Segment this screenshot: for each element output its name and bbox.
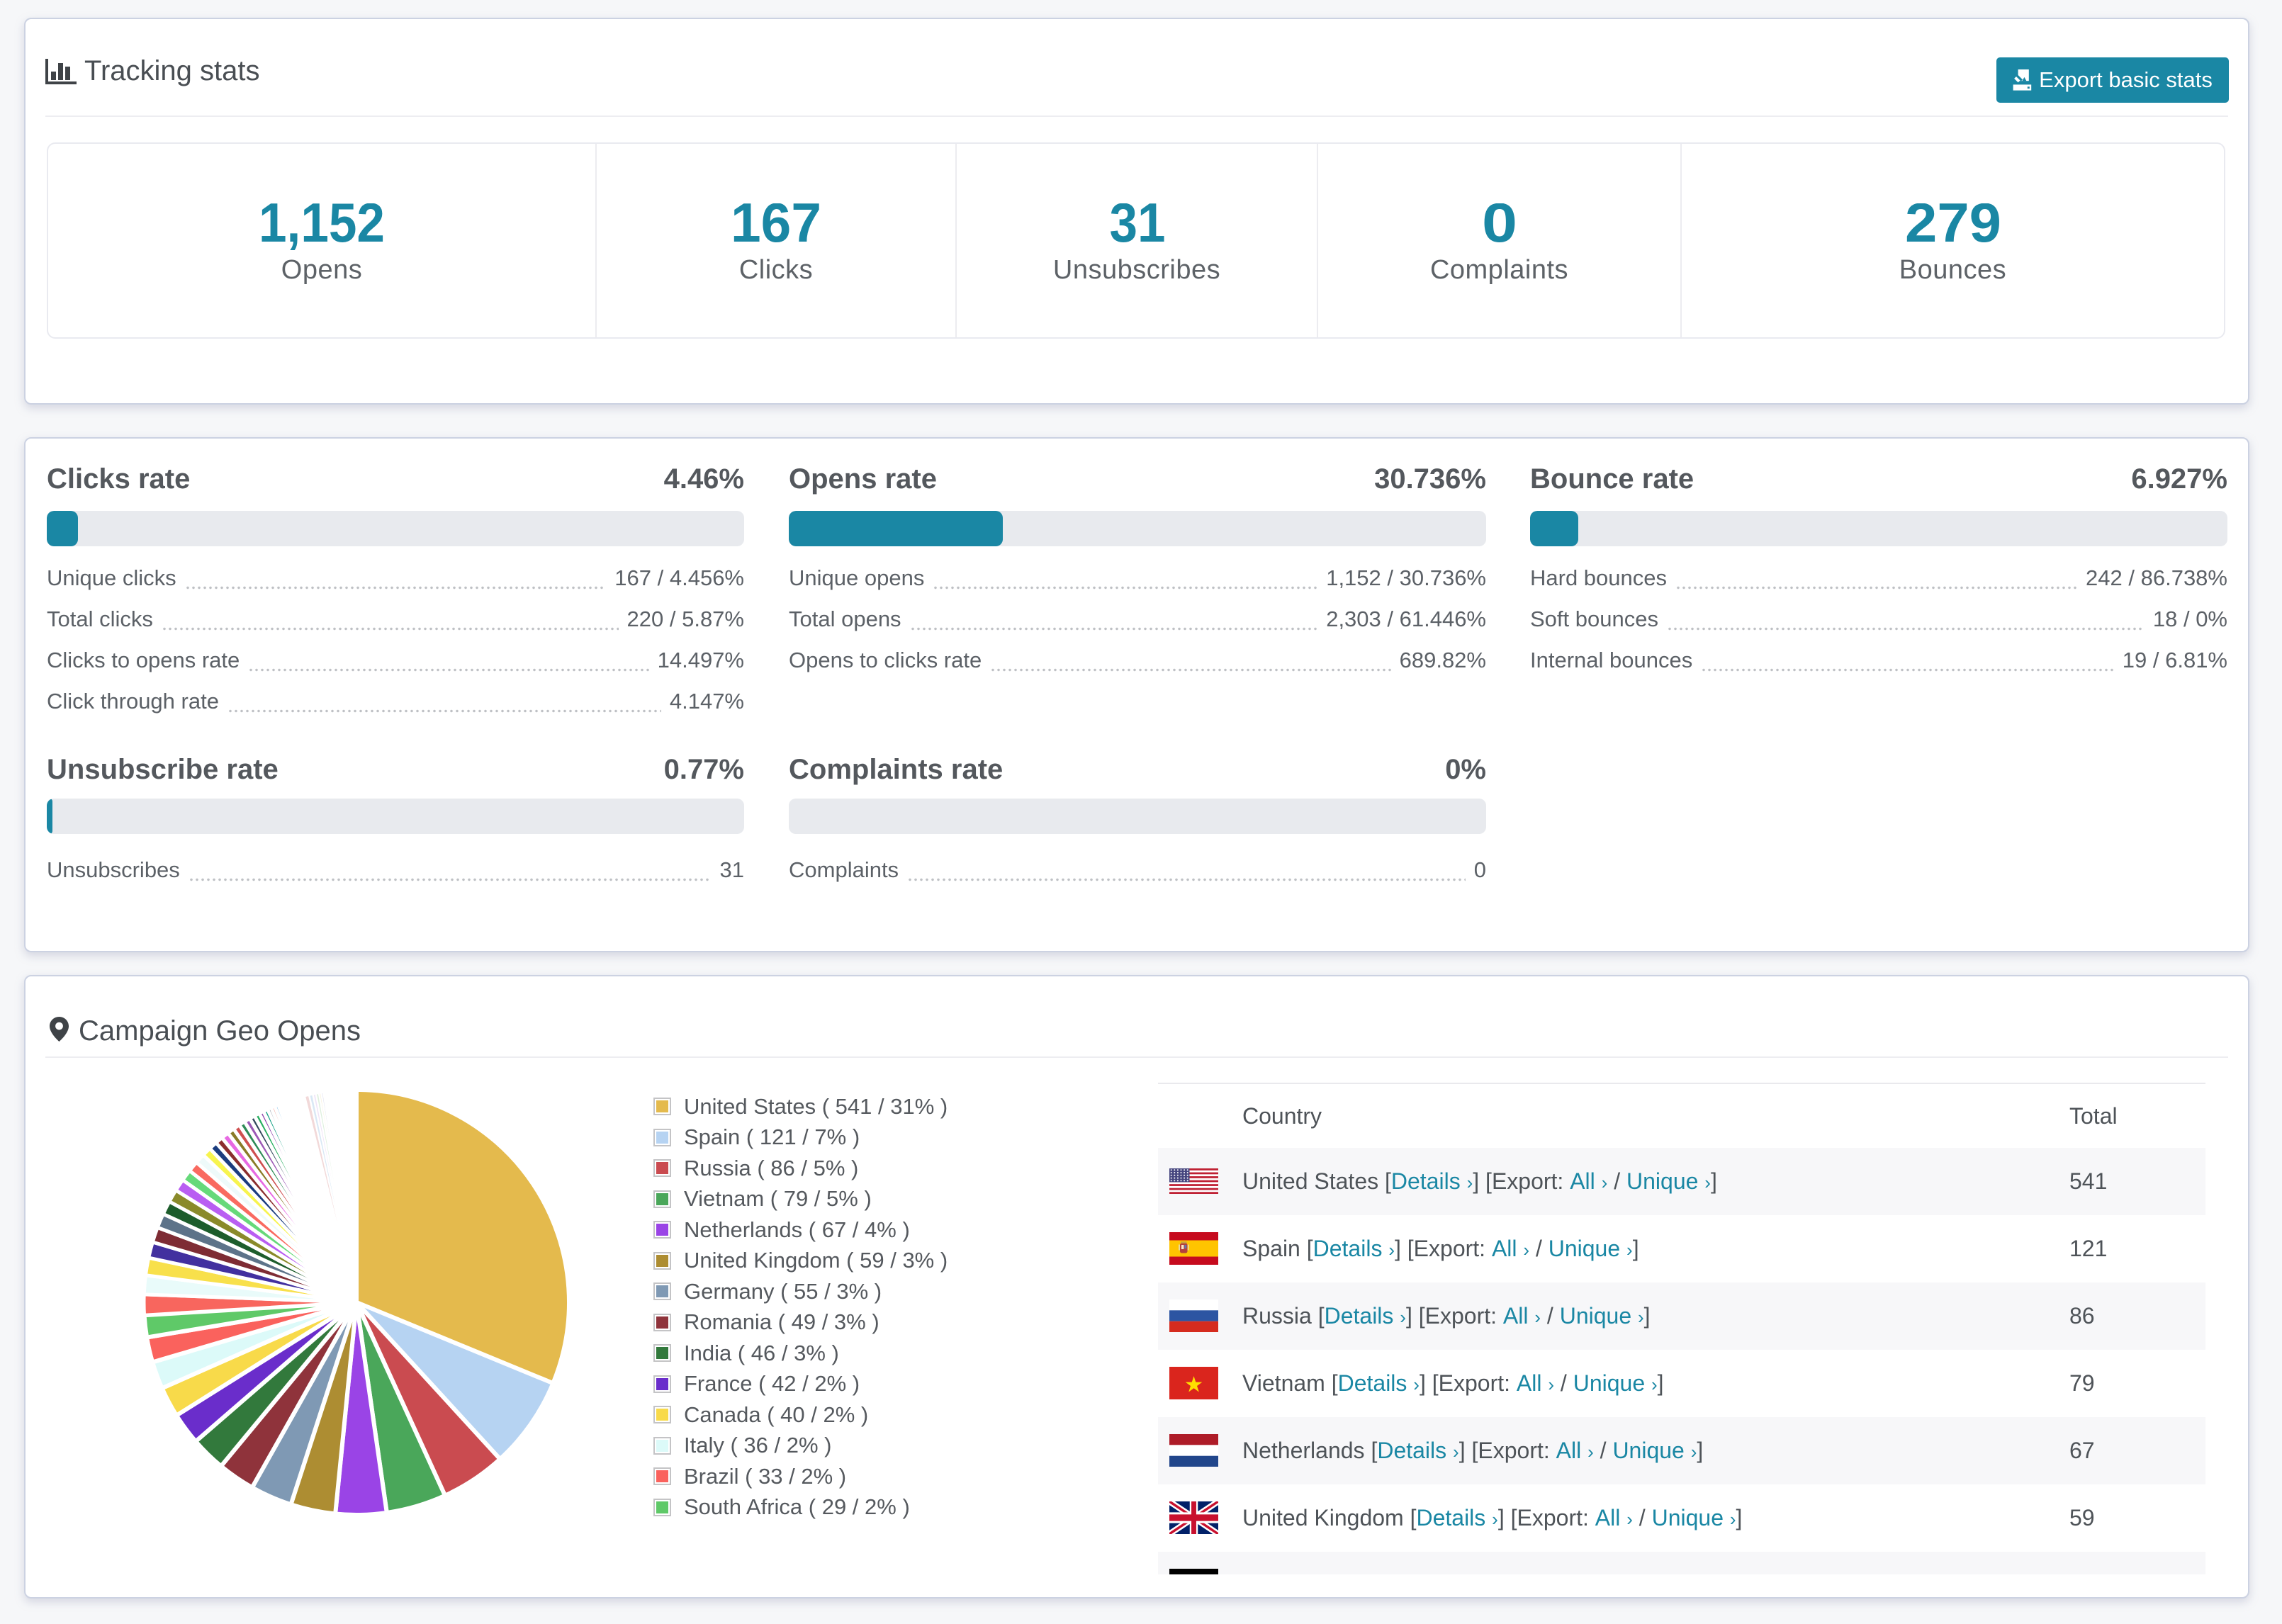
- svg-text:0: 0: [1482, 203, 1517, 254]
- svg-text:31: 31: [1109, 203, 1165, 254]
- svg-text:279: 279: [1905, 203, 2001, 254]
- svg-text:167: 167: [731, 203, 821, 254]
- svg-text:1,152: 1,152: [259, 203, 385, 254]
